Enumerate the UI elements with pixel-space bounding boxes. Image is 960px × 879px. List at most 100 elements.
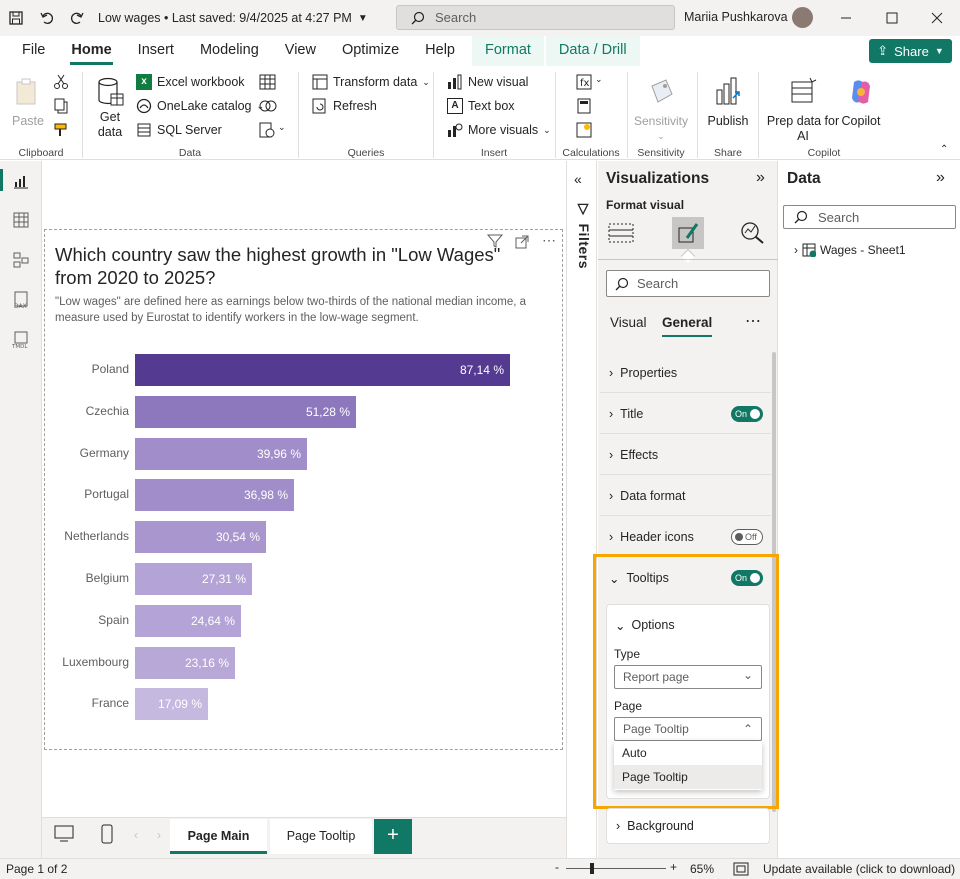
fit-to-page-icon[interactable] bbox=[733, 862, 749, 876]
prep-data-for-ai-button[interactable]: Prep data for AI bbox=[763, 76, 843, 144]
category-label: Czechia bbox=[85, 404, 129, 418]
global-search[interactable]: Search bbox=[396, 5, 675, 30]
bar[interactable]: 87,14 % bbox=[135, 354, 510, 386]
undo-icon[interactable] bbox=[32, 0, 62, 36]
card-effects[interactable]: › Effects bbox=[600, 435, 771, 475]
expand-filters-icon[interactable]: « bbox=[574, 171, 582, 187]
page-tab-tooltip[interactable]: Page Tooltip bbox=[270, 819, 372, 854]
data-label: 30,54 % bbox=[215, 530, 260, 544]
dataverse-icon[interactable] bbox=[259, 98, 277, 114]
collapse-viz-pane-icon[interactable]: » bbox=[756, 169, 765, 187]
more-options-icon[interactable]: ⋯ bbox=[745, 311, 761, 331]
category-label: Portugal bbox=[84, 487, 129, 501]
tab-modeling[interactable]: Modeling bbox=[187, 36, 272, 66]
page-tab-main[interactable]: Page Main bbox=[170, 819, 267, 854]
scroll-left-icon[interactable]: ‹ bbox=[134, 828, 138, 842]
refresh-button[interactable]: Refresh bbox=[312, 96, 377, 116]
onelake-catalog-button[interactable]: OneLake catalog ⌄ bbox=[136, 96, 264, 116]
bar[interactable]: 39,96 % bbox=[135, 438, 307, 470]
close-icon[interactable] bbox=[914, 0, 960, 36]
card-title[interactable]: › Title On bbox=[600, 394, 771, 434]
card-label: Title bbox=[620, 406, 644, 421]
tab-view[interactable]: View bbox=[272, 36, 329, 66]
add-page-button[interactable]: + bbox=[374, 819, 412, 854]
format-search-input[interactable]: Search bbox=[606, 270, 770, 297]
zoom-level: 65% bbox=[690, 862, 715, 876]
analytics-icon[interactable] bbox=[740, 221, 766, 245]
dax-query-view-icon[interactable]: DAX bbox=[11, 290, 31, 310]
paste-button[interactable]: Paste bbox=[10, 76, 46, 129]
zoom-out-button[interactable]: - bbox=[555, 860, 559, 874]
zoom-in-button[interactable]: + bbox=[670, 860, 677, 874]
tab-home[interactable]: Home bbox=[58, 36, 124, 66]
tab-insert[interactable]: Insert bbox=[125, 36, 187, 66]
zoom-slider-thumb[interactable] bbox=[590, 863, 594, 874]
avatar[interactable] bbox=[792, 7, 813, 28]
tab-optimize[interactable]: Optimize bbox=[329, 36, 412, 66]
card-header-icons[interactable]: › Header icons Off bbox=[600, 517, 771, 557]
subtab-general[interactable]: General bbox=[662, 315, 712, 330]
collapse-data-pane-icon[interactable]: » bbox=[936, 169, 945, 187]
document-title[interactable]: Low wages • Last saved: 9/4/2025 at 4:27… bbox=[98, 11, 352, 25]
model-view-icon[interactable] bbox=[11, 250, 31, 270]
mobile-layout-icon[interactable] bbox=[101, 824, 113, 844]
update-notice[interactable]: Update available (click to download) bbox=[763, 862, 955, 876]
data-table-item[interactable]: › Wages - Sheet1 bbox=[794, 243, 906, 257]
text-box-button[interactable]: A Text box bbox=[447, 96, 515, 116]
card-properties[interactable]: › Properties bbox=[600, 353, 771, 393]
tab-file[interactable]: File bbox=[0, 36, 58, 66]
user-name[interactable]: Mariia Pushkarova bbox=[684, 10, 788, 24]
bar[interactable]: 17,09 % bbox=[135, 688, 208, 720]
transform-data-button[interactable]: Transform data ⌄ bbox=[312, 72, 430, 92]
card-background[interactable]: › Background bbox=[606, 808, 770, 844]
cut-icon[interactable] bbox=[53, 74, 69, 90]
get-data-button[interactable]: Get data bbox=[92, 76, 128, 140]
save-icon[interactable] bbox=[0, 0, 32, 36]
bar[interactable]: 24,64 % bbox=[135, 605, 241, 637]
maximize-icon[interactable] bbox=[869, 0, 915, 36]
copy-icon[interactable] bbox=[53, 98, 69, 114]
title-toggle[interactable]: On bbox=[731, 405, 763, 422]
report-view-icon[interactable] bbox=[11, 171, 31, 191]
format-painter-icon[interactable] bbox=[53, 122, 69, 138]
desktop-layout-icon[interactable] bbox=[54, 825, 74, 843]
subtab-visual[interactable]: Visual bbox=[610, 315, 647, 330]
header-icons-toggle[interactable]: Off bbox=[731, 528, 763, 545]
bar[interactable]: 30,54 % bbox=[135, 521, 266, 553]
card-label: Effects bbox=[620, 447, 659, 462]
publish-button[interactable]: Publish bbox=[705, 76, 751, 129]
share-button[interactable]: ⇪ Share ▼ bbox=[869, 39, 952, 63]
build-visual-icon[interactable] bbox=[608, 221, 634, 245]
minimize-icon[interactable] bbox=[823, 0, 869, 36]
bar[interactable]: 23,16 % bbox=[135, 647, 235, 679]
format-visual-icon[interactable] bbox=[672, 217, 704, 249]
data-search-input[interactable]: Search bbox=[783, 205, 956, 229]
recent-sources-button[interactable]: ⌄ bbox=[259, 122, 286, 138]
quick-measure-icon[interactable] bbox=[576, 122, 592, 138]
excel-workbook-button[interactable]: x Excel workbook bbox=[136, 72, 245, 92]
zoom-slider[interactable] bbox=[566, 868, 666, 869]
scroll-right-icon[interactable]: › bbox=[157, 828, 161, 842]
redo-icon[interactable] bbox=[62, 0, 92, 36]
more-visuals-button[interactable]: More visuals ⌄ bbox=[447, 120, 551, 140]
recent-sources-icon bbox=[259, 122, 275, 138]
sql-server-button[interactable]: SQL Server bbox=[136, 120, 222, 140]
new-measure-button[interactable]: fx ⌄ bbox=[576, 74, 603, 90]
bar[interactable]: 36,98 % bbox=[135, 479, 294, 511]
table-view-icon[interactable] bbox=[11, 210, 31, 230]
bar[interactable]: 51,28 % bbox=[135, 396, 356, 428]
calculator-icon[interactable] bbox=[576, 98, 592, 114]
new-visual-button[interactable]: New visual bbox=[447, 72, 528, 92]
tmdl-view-icon[interactable]: TMDL bbox=[11, 330, 31, 350]
copilot-button[interactable]: Copilot bbox=[839, 76, 883, 129]
tab-help[interactable]: Help bbox=[412, 36, 468, 66]
bar[interactable]: 27,31 % bbox=[135, 563, 252, 595]
card-data-format[interactable]: › Data format bbox=[600, 476, 771, 516]
collapse-ribbon-icon[interactable]: ⌃ bbox=[940, 144, 948, 155]
tab-data-drill[interactable]: Data / Drill bbox=[545, 36, 640, 66]
more-options-icon[interactable]: ⋯ bbox=[542, 232, 556, 249]
chevron-down-icon[interactable]: ▼ bbox=[358, 13, 368, 24]
tab-format[interactable]: Format bbox=[472, 36, 544, 66]
enter-data-icon[interactable] bbox=[259, 74, 277, 90]
sensitivity-button[interactable]: Sensitivity ⌄ bbox=[632, 76, 690, 144]
